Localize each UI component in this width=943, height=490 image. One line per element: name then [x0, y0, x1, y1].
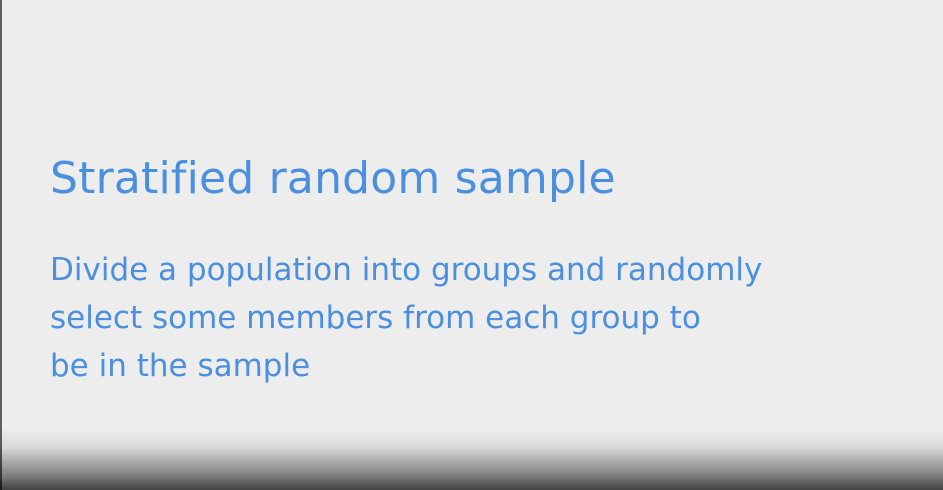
video-bottom-shadow: [0, 428, 943, 490]
slide-description: Divide a population into groups and rand…: [50, 246, 870, 390]
description-line: Divide a population into groups and rand…: [50, 252, 763, 288]
left-border: [0, 0, 2, 490]
slide: Stratified random sample Divide a popula…: [0, 0, 943, 490]
description-line: select some members from each group to: [50, 300, 701, 336]
slide-title: Stratified random sample: [50, 153, 616, 204]
description-line: be in the sample: [50, 348, 311, 384]
